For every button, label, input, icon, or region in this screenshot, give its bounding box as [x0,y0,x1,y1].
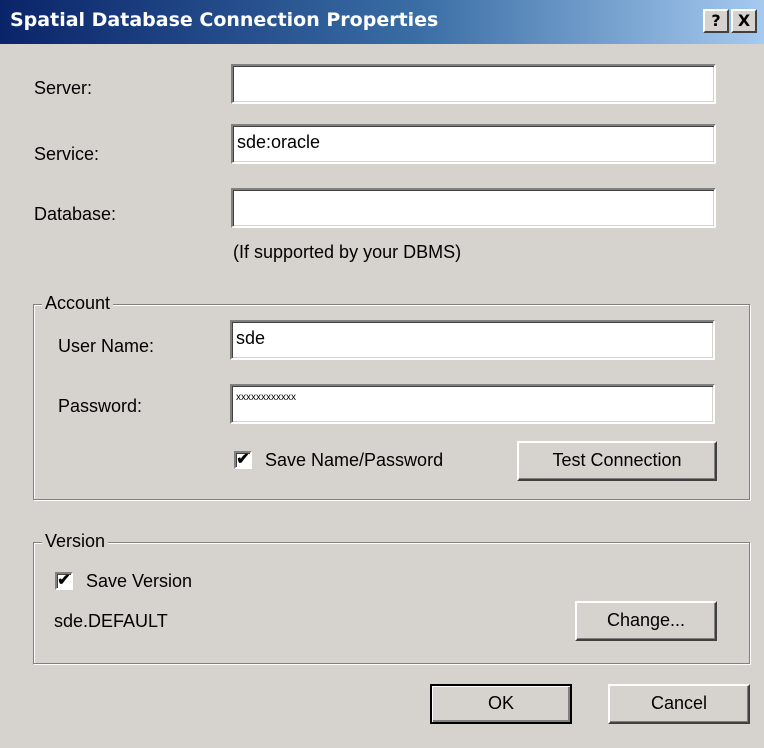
cancel-button[interactable]: Cancel [608,684,750,724]
change-version-button[interactable]: Change... [575,601,717,641]
database-hint: (If supported by your DBMS) [233,242,462,262]
server-input[interactable] [231,64,716,104]
title-bar[interactable]: Spatial Database Connection Properties ?… [0,0,764,44]
window-title: Spatial Database Connection Properties [10,9,439,31]
password-label: Password: [58,396,143,416]
connection-properties-dialog: Spatial Database Connection Properties ?… [0,0,764,748]
password-input[interactable]: xxxxxxxxxxxx [230,384,715,424]
user-name-input[interactable]: sde [230,320,715,360]
help-button[interactable]: ? [703,9,729,33]
save-version-checkbox[interactable]: ✔ [55,572,73,590]
service-label: Service: [34,144,100,164]
account-group-title: Account [42,293,114,314]
help-icon: ? [711,11,721,30]
checkmark-icon: ✔ [236,451,250,468]
save-name-password-label[interactable]: Save Name/Password [265,450,443,471]
service-input[interactable]: sde:oracle [231,124,716,164]
close-button[interactable]: X [731,9,757,33]
test-connection-button[interactable]: Test Connection [517,441,717,481]
database-input[interactable] [231,188,716,228]
current-version: sde.DEFAULT [54,611,168,631]
ok-button[interactable]: OK [430,684,572,724]
save-version-label[interactable]: Save Version [86,571,192,592]
save-name-password-checkbox[interactable]: ✔ [234,451,252,469]
version-group-title: Version [42,531,109,552]
user-name-label: User Name: [58,336,155,356]
server-label: Server: [34,78,93,98]
checkmark-icon: ✔ [57,572,71,589]
database-label: Database: [34,204,117,224]
close-icon: X [737,11,751,30]
